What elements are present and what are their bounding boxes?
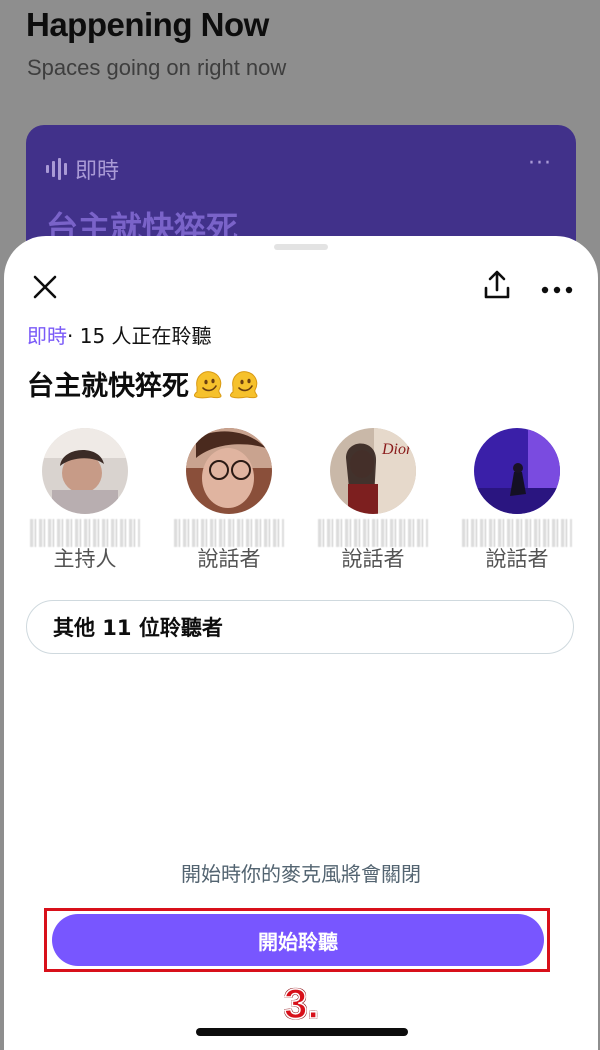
melting-face-emoji-icon — [191, 367, 225, 401]
space-title: 台主就快猝死 — [27, 364, 261, 403]
step-annotation-label: 3. — [283, 979, 320, 1028]
space-card-live-indicator: 即時 — [46, 153, 119, 185]
participant-host[interactable]: 主持人 — [13, 428, 157, 573]
page-subtitle: Spaces going on right now — [27, 55, 287, 80]
other-listeners-button[interactable]: 其他 11 位聆聽者 — [26, 600, 574, 654]
participants-row: 主持人 說話者 Dior 說話者 說話者 — [4, 428, 598, 578]
participant-role: 主持人 — [53, 547, 117, 571]
listener-count: · 15 人正在聆聽 — [67, 324, 212, 348]
space-sheet: 即時· 15 人正在聆聽 台主就快猝死 主持人 說話者 Dior 說話者 說話者… — [4, 236, 598, 1050]
svg-text:Dior: Dior — [381, 441, 413, 458]
space-card-more-icon: ··· — [528, 151, 552, 176]
participant-speaker[interactable]: 說話者 — [445, 428, 589, 573]
participant-role: 說話者 — [197, 547, 261, 571]
avatar[interactable] — [186, 428, 272, 514]
more-options-icon[interactable] — [540, 280, 574, 294]
space-card-live-label: 即時 — [75, 159, 120, 184]
space-status: 即時· 15 人正在聆聽 — [27, 320, 212, 349]
audio-bars-icon — [46, 158, 67, 180]
participant-speaker[interactable]: 說話者 — [157, 428, 301, 573]
space-title-text: 台主就快猝死 — [27, 371, 189, 402]
avatar[interactable] — [42, 428, 128, 514]
home-indicator[interactable] — [196, 1028, 408, 1036]
blurred-username — [174, 519, 284, 547]
start-listening-button[interactable]: 開始聆聽 — [52, 914, 544, 966]
live-label: 即時 — [27, 324, 67, 348]
sheet-drag-handle[interactable] — [274, 244, 328, 250]
blurred-username — [318, 519, 428, 547]
participant-role: 說話者 — [341, 547, 405, 571]
share-icon[interactable] — [480, 268, 514, 302]
close-icon[interactable] — [30, 272, 60, 302]
blurred-username — [30, 519, 140, 547]
microphone-off-notice: 開始時你的麥克風將會關閉 — [181, 862, 421, 886]
blurred-username — [462, 519, 572, 547]
participant-speaker[interactable]: Dior 說話者 — [301, 428, 445, 573]
participant-role: 說話者 — [485, 547, 549, 571]
melting-face-emoji-icon — [227, 367, 261, 401]
avatar[interactable]: Dior — [330, 428, 416, 514]
page-title: Happening Now — [26, 6, 269, 43]
avatar[interactable] — [474, 428, 560, 514]
